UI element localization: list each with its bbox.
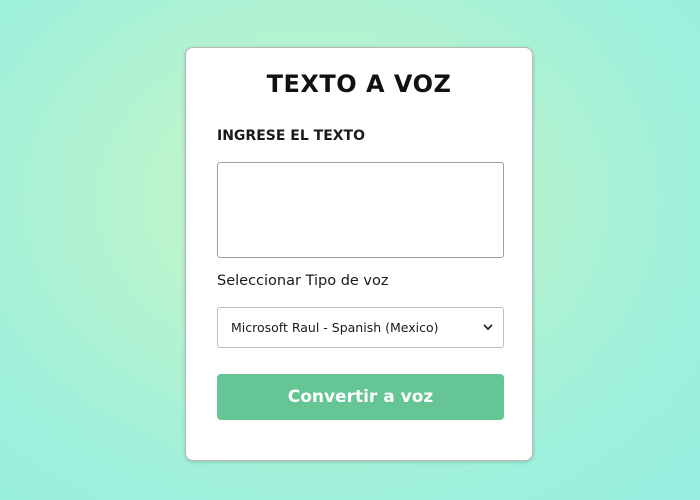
voice-select-label: Seleccionar Tipo de voz [217,273,389,289]
chevron-down-icon [483,323,493,333]
page-title: TEXTO A VOZ [266,70,452,98]
voice-select-value: Microsoft Raul - Spanish (Mexico) [231,320,439,335]
text-input[interactable] [217,162,504,258]
tts-card: TEXTO A VOZ INGRESE EL TEXTO Seleccionar… [185,47,533,461]
text-input-label: INGRESE EL TEXTO [217,128,365,144]
voice-select[interactable]: Microsoft Raul - Spanish (Mexico) [217,307,504,348]
convert-button[interactable]: Convertir a voz [217,374,504,420]
